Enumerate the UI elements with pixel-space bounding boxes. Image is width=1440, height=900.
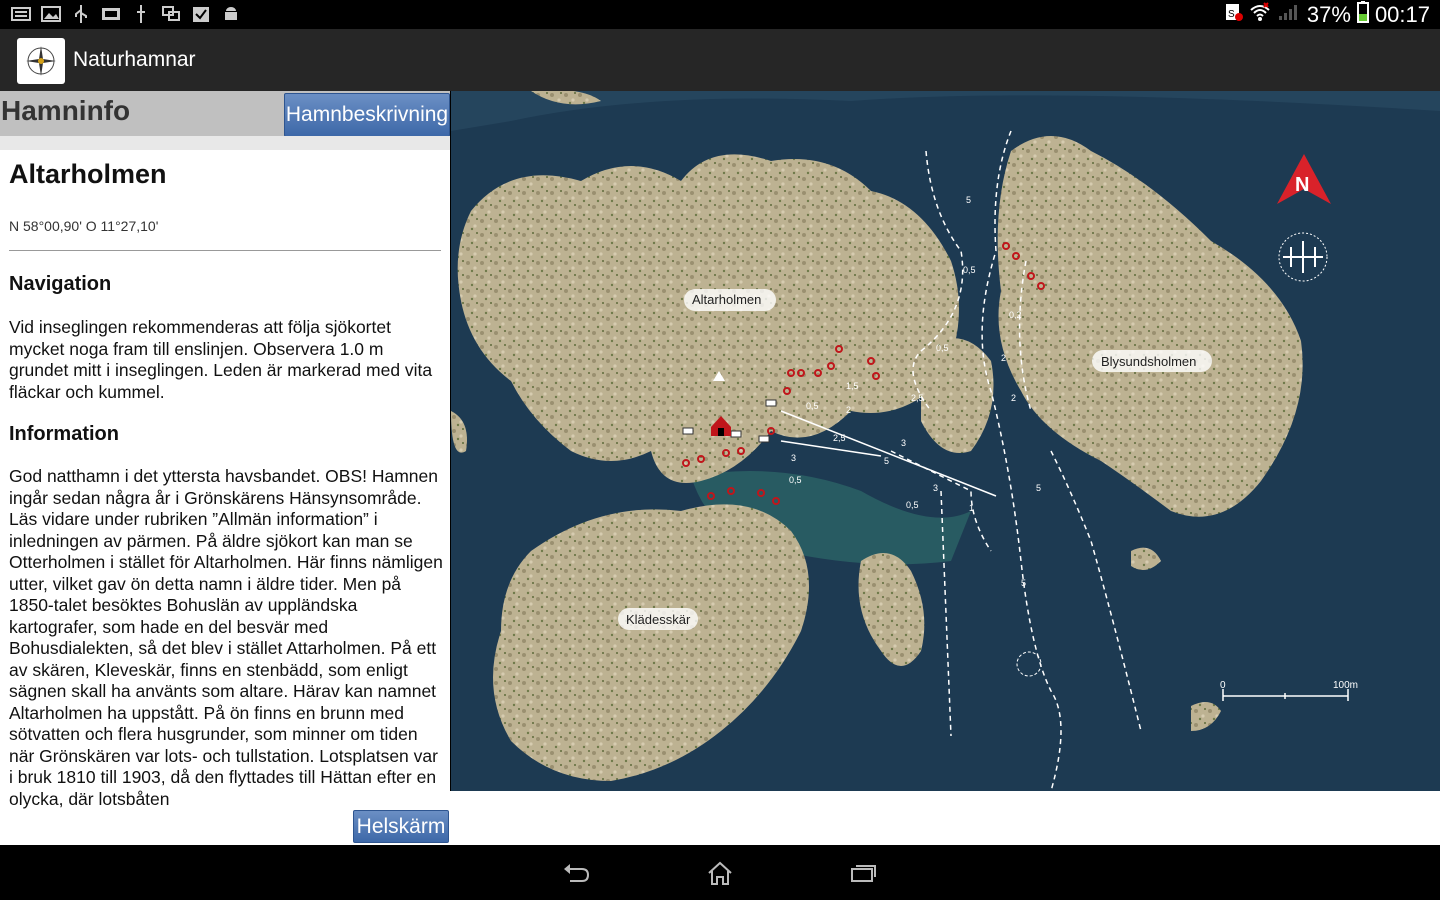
keyboard-icon	[10, 4, 32, 24]
battery-icon	[1356, 0, 1369, 29]
svg-text:0,5: 0,5	[963, 265, 976, 275]
svg-text:2,5: 2,5	[833, 433, 846, 443]
notification-icons	[10, 4, 242, 24]
svg-text:0,2: 0,2	[1009, 310, 1022, 320]
svg-text:5: 5	[1036, 483, 1041, 493]
svg-text:5: 5	[884, 456, 889, 466]
wifi-icon	[1249, 1, 1271, 28]
usb-icon	[70, 4, 92, 24]
information-heading: Information	[9, 423, 119, 445]
sim-error-icon: S	[1223, 2, 1243, 28]
svg-text:2: 2	[846, 405, 851, 415]
label-altarholmen: Altarholmen	[684, 289, 776, 311]
clipboard-check-icon	[190, 4, 212, 24]
signal-icon	[1277, 2, 1301, 28]
svg-text:100m: 100m	[1333, 680, 1358, 691]
aerial-map: 5 0,5 0,2 0,5 2 2,5 3 1,5 0,5 2 3 5 2 5 …	[451, 91, 1440, 791]
harbor-coordinates: N 58°00,90' O 11°27,10'	[9, 218, 159, 234]
svg-text:N: N	[1295, 174, 1309, 196]
svg-text:0,5: 0,5	[906, 500, 919, 510]
label-kladesskar: Klädesskär	[618, 608, 698, 630]
system-status: S 37% 00:17	[1223, 0, 1430, 29]
svg-text:1,5: 1,5	[846, 381, 859, 391]
header-divider	[0, 136, 450, 150]
harbor-description-button[interactable]: Hamnbeskrivning	[284, 93, 450, 137]
fullscreen-button[interactable]: Helskärm	[353, 810, 449, 843]
harbor-name: Altarholmen	[9, 159, 167, 189]
recents-icon[interactable]	[843, 857, 883, 889]
android-icon	[220, 4, 242, 24]
navigation-text: Vid inseglingen rekommenderas att följa …	[9, 317, 433, 402]
svg-text:1: 1	[969, 503, 974, 513]
navigation-heading: Navigation	[9, 273, 112, 295]
harbor-info-content[interactable]: Altarholmen N 58°00,90' O 11°27,10' Navi…	[9, 151, 443, 810]
svg-text:0,5: 0,5	[789, 475, 802, 485]
sd-card-icon	[100, 4, 122, 24]
svg-text:2: 2	[1011, 393, 1016, 403]
svg-text:Blysundsholmen: Blysundsholmen	[1101, 354, 1196, 369]
app-title: Naturhamnar	[73, 48, 196, 71]
action-bar: Naturhamnar	[0, 29, 1440, 91]
harbor-map[interactable]: 5 0,5 0,2 0,5 2 2,5 3 1,5 0,5 2 3 5 2 5 …	[451, 91, 1440, 791]
svg-text:5: 5	[1021, 578, 1026, 588]
compass-rose-icon[interactable]	[17, 38, 65, 84]
svg-text:Klädesskär: Klädesskär	[626, 612, 691, 627]
home-icon[interactable]	[700, 857, 740, 889]
navigation-bar	[0, 845, 1440, 900]
svg-text:0,5: 0,5	[806, 401, 819, 411]
information-text: God natthamn i det yttersta havsbandet. …	[9, 466, 443, 809]
svg-text:0: 0	[1220, 680, 1226, 691]
svg-text:2: 2	[1001, 353, 1006, 363]
status-bar: S 37% 00:17	[0, 0, 1440, 29]
svg-text:2,5: 2,5	[911, 393, 924, 403]
clock: 00:17	[1374, 1, 1430, 27]
image-icon	[40, 4, 62, 24]
map-footer-space	[450, 791, 1440, 845]
section-divider	[9, 250, 441, 251]
battery-percent: 37%	[1306, 1, 1351, 27]
svg-text:3: 3	[791, 453, 796, 463]
harbor-info-panel: Hamninfo Hamnbeskrivning Altarholmen N 5…	[0, 91, 450, 845]
svg-text:Altarholmen: Altarholmen	[692, 292, 761, 307]
usb-debug-icon	[130, 4, 152, 24]
svg-text:0,5: 0,5	[936, 343, 949, 353]
svg-text:3: 3	[933, 483, 938, 493]
screen-icon	[160, 4, 182, 24]
svg-text:3: 3	[901, 438, 906, 448]
back-icon[interactable]	[556, 857, 596, 889]
svg-text:S: S	[1228, 9, 1235, 20]
label-blysundsholmen: Blysundsholmen	[1092, 350, 1212, 372]
svg-text:5: 5	[966, 195, 971, 205]
panel-title: Hamninfo	[1, 95, 131, 126]
